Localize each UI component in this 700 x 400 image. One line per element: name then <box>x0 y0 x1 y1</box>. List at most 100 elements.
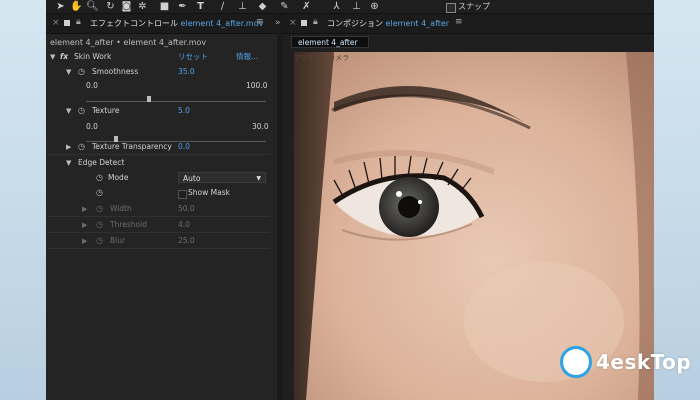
texture-value[interactable]: 5.0 <box>178 104 190 118</box>
puppet-pin-tool-icon[interactable]: ✗ <box>300 0 313 13</box>
brush-tool-icon[interactable]: ∕ <box>216 0 229 13</box>
slider-max: 30.0 <box>252 122 269 131</box>
stopwatch-icon[interactable]: ◷ <box>96 218 103 232</box>
stopwatch-icon[interactable]: ◷ <box>96 234 103 248</box>
texture-transparency-value[interactable]: 0.0 <box>178 140 190 154</box>
world-axis-icon[interactable]: ⊥ <box>350 0 363 13</box>
threshold-value: 4.0 <box>178 220 190 229</box>
divider <box>48 232 270 233</box>
panel-square-icon <box>301 20 307 26</box>
stopwatch-icon[interactable]: ◷ <box>78 65 85 79</box>
param-threshold[interactable]: ▶ ◷ Threshold 4.0 <box>46 218 277 232</box>
pen-tool-icon[interactable]: ✒ <box>176 0 189 13</box>
lock-icon[interactable]: 🔒︎ <box>313 17 318 27</box>
selection-tool-icon[interactable]: ➤ <box>54 0 67 13</box>
slider-max: 100.0 <box>246 81 268 90</box>
param-show-mask: ◷ Show Mask <box>46 186 277 200</box>
param-label: Smoothness <box>92 67 139 76</box>
close-icon[interactable]: × <box>289 18 297 28</box>
reset-link[interactable]: リセット <box>178 50 208 64</box>
effect-controls-tab[interactable]: × 🔒︎ エフェクトコントロール element 4_after.mov ≡ <box>46 14 277 34</box>
param-label: Texture <box>92 106 120 115</box>
group-edge-detect[interactable]: ▼ Edge Detect <box>46 156 277 170</box>
effect-header-skin-work[interactable]: ▼ fx Skin Work リセット 情報... <box>46 50 277 64</box>
mode-dropdown-value: Auto <box>183 174 201 183</box>
group-label: Edge Detect <box>78 158 125 167</box>
slider-min: 0.0 <box>86 81 98 90</box>
param-label: Blur <box>110 236 126 245</box>
stopwatch-icon[interactable]: ◷ <box>96 186 103 200</box>
panel-overflow-icon[interactable]: » <box>275 18 281 28</box>
composition-name: element 4_after <box>385 19 450 28</box>
fx-icon[interactable]: fx <box>60 50 68 64</box>
effect-controls-panel: × 🔒︎ エフェクトコントロール element 4_after.mov ≡ e… <box>46 14 277 400</box>
watermark-text: 4eskTop <box>596 350 692 374</box>
type-tool-icon[interactable]: T <box>194 0 207 13</box>
param-width[interactable]: ▶ ◷ Width 50.0 <box>46 202 277 216</box>
smoothness-value[interactable]: 35.0 <box>178 65 195 79</box>
composition-sub-tab[interactable]: element 4_after <box>291 36 369 48</box>
show-mask-label: Show Mask <box>188 188 230 197</box>
stopwatch-icon[interactable]: ◷ <box>78 104 85 118</box>
param-label: Threshold <box>110 220 147 229</box>
effect-controls-file-name: element 4_after.mov <box>180 19 264 28</box>
param-label: Texture Transparency <box>92 142 172 151</box>
divider <box>48 248 270 249</box>
rotate-tool-icon[interactable]: ↻ <box>104 0 117 13</box>
show-mask-checkbox[interactable] <box>178 190 187 199</box>
effect-name: Skin Work <box>74 52 112 61</box>
slider-min: 0.0 <box>86 122 98 131</box>
tools-toolbar: ➤ ✋ 🔍︎ ↻ ◙ ✲ ■ ✒ T ∕ ⊥ ◆ ✎ ✗ ⅄ ⊥ ⊕ スナップ <box>46 0 654 14</box>
watermark-logo-icon <box>560 346 592 378</box>
param-texture-transparency[interactable]: ▶ ◷ Texture Transparency 0.0 <box>46 140 277 154</box>
divider <box>48 154 270 155</box>
expand-triangle-icon[interactable]: ▶ <box>82 218 87 232</box>
panel-menu-icon[interactable]: ≡ <box>455 17 463 27</box>
composition-tab[interactable]: × 🔒︎ コンポジション element 4_after ≡ <box>283 14 654 34</box>
chevron-down-icon: ▼ <box>256 175 261 182</box>
smoothness-slider-track[interactable] <box>86 101 266 102</box>
panel-menu-icon[interactable]: ≡ <box>256 17 264 27</box>
param-blur[interactable]: ▶ ◷ Blur 25.0 <box>46 234 277 248</box>
expand-triangle-icon[interactable]: ▶ <box>66 140 71 154</box>
collapse-triangle-icon[interactable]: ▼ <box>66 156 71 170</box>
desktop-watermark: 4eskTop <box>552 340 700 390</box>
smoothness-slider-row: 0.0 100.0 <box>46 79 277 93</box>
mode-dropdown[interactable]: Auto ▼ <box>178 172 266 183</box>
param-smoothness[interactable]: ▼ ◷ Smoothness 35.0 <box>46 65 277 79</box>
snap-checkbox[interactable] <box>446 3 456 13</box>
collapse-triangle-icon[interactable]: ▼ <box>50 50 55 64</box>
clone-stamp-tool-icon[interactable]: ⊥ <box>236 0 249 13</box>
stopwatch-icon[interactable]: ◷ <box>96 202 103 216</box>
panel-square-icon <box>64 20 70 26</box>
stopwatch-icon[interactable]: ◷ <box>78 140 85 154</box>
expand-triangle-icon[interactable]: ▼ <box>66 104 71 118</box>
width-value: 50.0 <box>178 204 195 213</box>
expand-triangle-icon[interactable]: ▶ <box>82 234 87 248</box>
smoothness-slider-knob[interactable] <box>147 96 151 102</box>
texture-slider-row: 0.0 30.0 <box>46 120 277 134</box>
expand-triangle-icon[interactable]: ▼ <box>66 65 71 79</box>
close-icon[interactable]: × <box>52 18 60 28</box>
info-link[interactable]: 情報... <box>236 50 258 64</box>
param-texture[interactable]: ▼ ◷ Texture 5.0 <box>46 104 277 118</box>
eraser-tool-icon[interactable]: ◆ <box>256 0 269 13</box>
hand-tool-icon[interactable]: ✋ <box>70 0 83 13</box>
expand-triangle-icon[interactable]: ▶ <box>82 202 87 216</box>
local-axis-icon[interactable]: ⅄ <box>330 0 343 13</box>
stopwatch-icon[interactable]: ◷ <box>96 171 103 185</box>
effect-controls-title: エフェクトコントロール element 4_after.mov <box>90 19 264 28</box>
blur-value: 25.0 <box>178 236 195 245</box>
view-axis-icon[interactable]: ⊕ <box>368 0 381 13</box>
breadcrumb: element 4_after • element 4_after.mov <box>50 38 207 47</box>
roto-brush-tool-icon[interactable]: ✎ <box>278 0 291 13</box>
lock-icon[interactable]: 🔒︎ <box>76 17 81 27</box>
zoom-tool-icon[interactable]: 🔍︎ <box>86 0 99 13</box>
effect-controls-body: ▼ fx Skin Work リセット 情報... ▼ ◷ Smoothness… <box>46 50 277 400</box>
param-label: Width <box>110 204 132 213</box>
rectangle-tool-icon[interactable]: ■ <box>158 0 171 13</box>
composition-title: コンポジション element 4_after <box>327 19 450 28</box>
camera-tool-icon[interactable]: ◙ <box>120 0 133 13</box>
divider <box>48 216 270 217</box>
pan-behind-tool-icon[interactable]: ✲ <box>136 0 149 13</box>
